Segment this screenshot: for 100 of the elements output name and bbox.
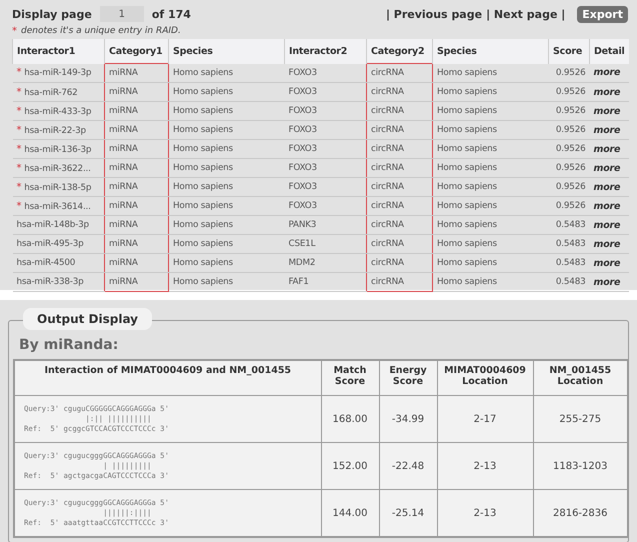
table-cell: miRNA bbox=[109, 68, 138, 78]
pager-link[interactable]: | Next page | bbox=[486, 8, 566, 20]
table-cell: hsa-miR-4500 bbox=[16, 258, 76, 268]
pager-link[interactable]: | Previous page bbox=[386, 8, 482, 20]
table-cell: Homo sapiens bbox=[437, 258, 497, 268]
asterisk-mark: * bbox=[16, 86, 22, 98]
table-cell: miRNA bbox=[109, 239, 138, 249]
table-cell: circRNA bbox=[371, 239, 404, 249]
more-link[interactable]: more bbox=[594, 258, 620, 268]
export-button[interactable]: Export bbox=[577, 6, 628, 22]
table-cell: miRNA bbox=[109, 163, 138, 173]
table-cell: Homo sapiens bbox=[437, 87, 497, 97]
table-cell: FOXO3 bbox=[288, 125, 317, 135]
table-cell: FAF1 bbox=[288, 277, 309, 287]
table-cell: Homo sapiens bbox=[437, 277, 497, 287]
asterisk-mark: * bbox=[12, 26, 17, 36]
table-cell: Homo sapiens bbox=[173, 220, 233, 230]
table-cell: circRNA bbox=[371, 277, 404, 287]
more-link[interactable]: more bbox=[594, 162, 620, 174]
table-cell: miRNA bbox=[109, 220, 138, 230]
table-cell: PANK3 bbox=[288, 220, 316, 230]
more-link[interactable]: more bbox=[594, 86, 620, 98]
table-cell: Homo sapiens bbox=[173, 201, 233, 211]
table-cell: FOXO3 bbox=[288, 182, 317, 192]
asterisk-mark: * bbox=[16, 182, 22, 192]
more-link[interactable]: more bbox=[594, 238, 620, 250]
table-cell: 0.5483 bbox=[556, 277, 586, 287]
table-cell: circRNA bbox=[371, 182, 404, 192]
table-cell: 0.9526 bbox=[556, 87, 586, 97]
table-cell: 0.9526 bbox=[556, 125, 586, 135]
more-link[interactable]: more bbox=[594, 106, 620, 116]
table-cell: miRNA bbox=[109, 125, 138, 135]
table-cell: circRNA bbox=[371, 220, 404, 230]
table-cell: hsa-miR-495-3p bbox=[16, 239, 84, 249]
table-cell: circRNA bbox=[371, 68, 404, 78]
table-cell: -34.99 bbox=[379, 396, 437, 442]
column-header: Category1 bbox=[104, 39, 168, 64]
table-cell: 0.9526 bbox=[556, 182, 586, 192]
table-cell: Homo sapiens bbox=[173, 144, 233, 154]
more-link[interactable]: more bbox=[594, 124, 620, 136]
table-cell: Homo sapiens bbox=[173, 106, 233, 116]
column-header: Energy Score bbox=[379, 360, 437, 396]
table-cell: hsa-miR-338-3p bbox=[16, 277, 84, 287]
table-cell: FOXO3 bbox=[288, 201, 317, 211]
more-link[interactable]: more bbox=[594, 276, 620, 288]
table-cell: Homo sapiens bbox=[173, 277, 233, 287]
table-cell: 0.5483 bbox=[556, 239, 586, 249]
table-cell: Homo sapiens bbox=[173, 68, 233, 78]
column-header: Interactor2 bbox=[284, 39, 366, 64]
table-cell: Homo sapiens bbox=[173, 239, 233, 249]
table-cell: hsa-miR-3614... bbox=[24, 202, 91, 212]
table-cell: Homo sapiens bbox=[437, 125, 497, 135]
table-cell: hsa-miR-3622... bbox=[24, 164, 91, 174]
column-header: Interactor1 bbox=[12, 39, 104, 64]
page-count: of 174 bbox=[152, 8, 191, 20]
table-cell: -22.48 bbox=[379, 442, 437, 490]
more-link[interactable]: more bbox=[594, 67, 620, 78]
table-cell: Homo sapiens bbox=[437, 144, 497, 154]
table-cell: miRNA bbox=[109, 144, 138, 154]
table-cell: circRNA bbox=[371, 87, 404, 97]
table-cell: Homo sapiens bbox=[173, 125, 233, 135]
page-field[interactable]: 1 bbox=[100, 6, 144, 22]
table-cell: hsa-miR-136-3p bbox=[24, 144, 92, 154]
asterisk-mark: * bbox=[16, 144, 22, 154]
table-cell: circRNA bbox=[371, 125, 404, 135]
column-header: Species bbox=[168, 39, 284, 64]
table-cell: Homo sapiens bbox=[173, 258, 233, 268]
more-link[interactable]: more bbox=[594, 200, 620, 212]
asterisk-mark: * bbox=[16, 67, 22, 78]
column-header: MIMAT0004609 Location bbox=[437, 360, 533, 396]
asterisk-mark: * bbox=[16, 124, 22, 136]
table-cell: circRNA bbox=[371, 258, 404, 268]
table-cell: MDM2 bbox=[288, 258, 316, 268]
table-cell: 2-17 bbox=[437, 396, 533, 442]
table-cell: 0.9526 bbox=[556, 163, 586, 173]
table-cell: 255-275 bbox=[533, 396, 628, 442]
table-cell: miRNA bbox=[109, 277, 138, 287]
table-cell: miRNA bbox=[109, 87, 138, 97]
table-cell: hsa-miR-762 bbox=[24, 88, 78, 98]
table-cell: miRNA bbox=[109, 201, 138, 211]
table-cell: Homo sapiens bbox=[437, 163, 497, 173]
table-cell: FOXO3 bbox=[288, 144, 317, 154]
more-link[interactable]: more bbox=[594, 144, 620, 154]
more-link[interactable]: more bbox=[594, 220, 620, 230]
table-cell: 0.5483 bbox=[556, 220, 586, 230]
table-cell: miRNA bbox=[109, 258, 138, 268]
table-cell: 2816-2836 bbox=[533, 490, 628, 537]
table-cell: 0.9526 bbox=[556, 144, 586, 154]
table-cell: Homo sapiens bbox=[437, 220, 497, 230]
asterisk-mark: * bbox=[16, 162, 22, 174]
note-text: denotes it's a unique entry in RAID. bbox=[21, 26, 181, 36]
column-header: Score bbox=[548, 39, 590, 64]
table-cell: hsa-miR-148b-3p bbox=[16, 220, 89, 230]
table-cell: circRNA bbox=[371, 163, 404, 173]
table-cell: hsa-miR-22-3p bbox=[24, 126, 86, 136]
table-cell: miRNA bbox=[109, 106, 138, 116]
asterisk-mark: * bbox=[16, 106, 22, 116]
more-link[interactable]: more bbox=[594, 182, 620, 192]
table-cell: 0.9526 bbox=[556, 201, 586, 211]
page-label: Display page bbox=[12, 8, 92, 20]
